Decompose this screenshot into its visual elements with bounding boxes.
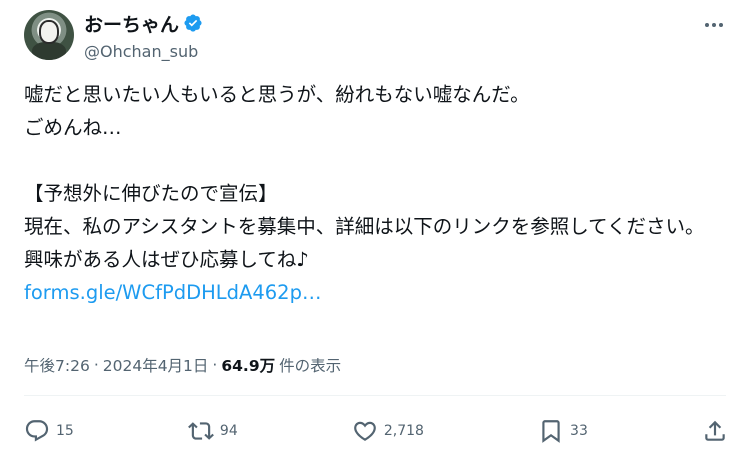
repost-count: 94 [219, 423, 238, 439]
avatar-body [32, 42, 66, 60]
heart-icon [354, 421, 376, 441]
repost-icon [187, 422, 214, 440]
tweet-header: おーちゃん @Ohchan_sub [24, 8, 730, 64]
share-icon [705, 420, 725, 441]
bookmark-button[interactable]: 33 [538, 418, 588, 444]
views-count: 64.9万 [221, 357, 276, 375]
author-display-name[interactable]: おーちゃん [84, 10, 179, 37]
avatar[interactable] [24, 10, 74, 60]
share-button[interactable] [702, 418, 728, 444]
action-bar: 15 94 2,718 33 [24, 414, 728, 448]
author-handle[interactable]: @Ohchan_sub [84, 42, 203, 61]
repost-button[interactable]: 94 [187, 418, 238, 444]
reply-count: 15 [56, 423, 74, 439]
avatar-face [39, 20, 59, 44]
tweet-text: 嘘だと思いたい人もいると思うが、紛れもない嘘なんだ。 ごめんね… 【予想外に伸び… [24, 83, 705, 271]
author-name-row[interactable]: おーちゃん [84, 10, 203, 36]
more-options-icon[interactable] [702, 16, 726, 34]
bookmark-count: 33 [570, 423, 588, 439]
tweet-time[interactable]: 午後7:26 [24, 354, 90, 376]
meta-separator: · [93, 356, 99, 374]
reply-button[interactable]: 15 [24, 418, 74, 444]
like-count: 2,718 [383, 423, 424, 439]
divider [24, 395, 726, 396]
bookmark-icon [542, 420, 560, 443]
tweet-meta: 午後7:26 · 2024年4月1日 · 64.9万 件の表示 [24, 354, 341, 376]
tweet-body: 嘘だと思いたい人もいると思うが、紛れもない嘘なんだ。 ごめんね… 【予想外に伸び… [24, 78, 732, 309]
verified-badge-icon [184, 14, 202, 32]
meta-separator: · [212, 356, 218, 374]
tweet-date[interactable]: 2024年4月1日 [103, 354, 209, 376]
tweet-link[interactable]: forms.gle/WCfPdDHLdA462p… [24, 276, 732, 309]
like-button[interactable]: 2,718 [352, 418, 424, 444]
author-block: おーちゃん @Ohchan_sub [84, 10, 203, 61]
reply-icon [25, 420, 49, 442]
views-label: 件の表示 [279, 357, 342, 375]
